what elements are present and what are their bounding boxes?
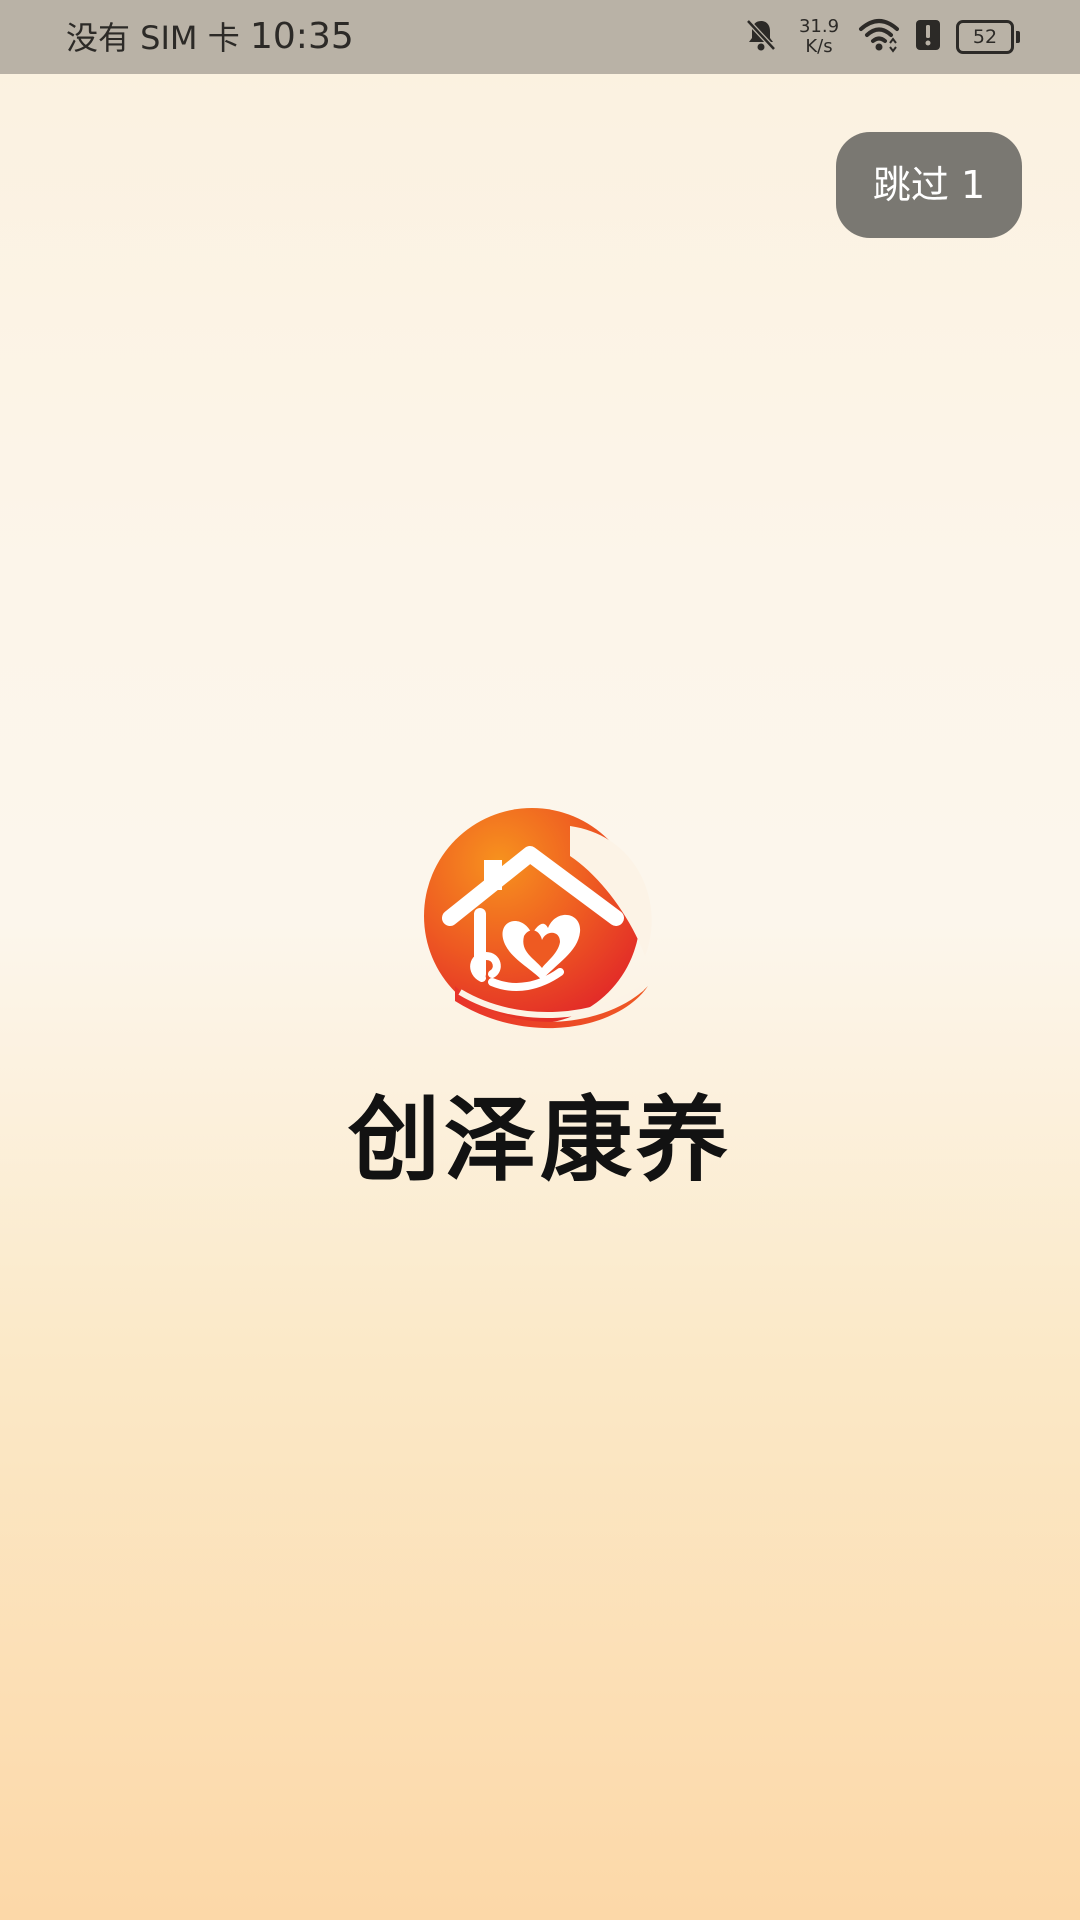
bell-muted-icon	[742, 16, 780, 58]
wifi-icon	[858, 17, 900, 57]
status-bar: 没有 SIM 卡 10:35 31.9 K/s 52	[0, 0, 1080, 74]
battery-icon: 52	[956, 20, 1020, 54]
carrier-label: 没有 SIM 卡	[66, 19, 240, 57]
network-speed-value: 31.9	[798, 16, 840, 37]
house-heart-logo-icon	[420, 796, 660, 1046]
network-speed-unit: K/s	[805, 36, 833, 57]
skip-button[interactable]: 跳过 1	[836, 132, 1022, 238]
alert-icon	[914, 18, 942, 56]
battery-level: 52	[972, 26, 998, 48]
brand-name: 创泽康养	[347, 1087, 732, 1194]
clock: 10:35	[250, 16, 354, 57]
status-icons: 31.9 K/s 52	[742, 12, 1020, 62]
network-speed: 31.9 K/s	[794, 17, 844, 57]
